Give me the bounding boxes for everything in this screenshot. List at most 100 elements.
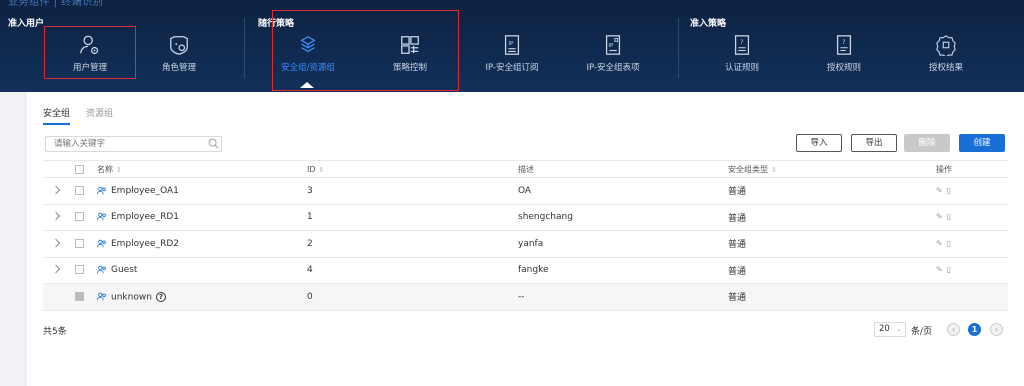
next-page-button[interactable]: › <box>990 323 1003 336</box>
delete-icon[interactable]: ▯ <box>947 265 955 274</box>
group-id: 1 <box>307 204 518 231</box>
row-checkbox[interactable] <box>75 185 84 195</box>
import-button[interactable]: 导入 <box>796 134 842 152</box>
row-checkbox[interactable] <box>75 212 84 222</box>
export-button[interactable]: 导出 <box>851 134 897 152</box>
total-count: 共5条 <box>43 327 67 337</box>
prev-page-button[interactable]: ‹ <box>947 323 960 336</box>
edit-icon[interactable]: ✎ <box>936 186 947 195</box>
column-header-name[interactable]: 名称 ⇕ <box>97 160 307 178</box>
expand-row-icon[interactable] <box>51 185 61 194</box>
expand-row-icon[interactable] <box>51 238 61 247</box>
nav-ip-group-entries[interactable]: IP IP-安全组表项 <box>568 30 658 80</box>
authz-rule-icon: ? <box>836 35 852 55</box>
nav-security-group[interactable]: 安全组/资源组 <box>263 30 353 80</box>
nav-label: 安全组/资源组 <box>281 63 335 73</box>
row-checkbox[interactable] <box>75 238 84 248</box>
group-title-access-policy: 准入策略 <box>690 19 727 29</box>
svg-text:IP: IP <box>608 43 614 49</box>
delete-icon[interactable]: ▯ <box>947 239 955 248</box>
expand-column-header <box>43 160 75 178</box>
delete-icon[interactable]: ▯ <box>947 212 955 221</box>
group-type: 普通 <box>728 204 936 231</box>
group-divider <box>678 18 679 78</box>
ip-document-icon: IP <box>504 35 520 55</box>
column-header-id[interactable]: ID ⇕ <box>307 160 518 178</box>
auth-rule-icon: ? <box>734 35 750 55</box>
nav-user-management[interactable]: 用户管理 <box>45 30 135 80</box>
nav-label: 策略控制 <box>392 63 427 73</box>
row-checkbox-disabled <box>75 291 84 301</box>
nav-authz-results[interactable]: 授权结果 <box>901 30 991 80</box>
group-name: Employee_RD2 <box>111 238 179 249</box>
nav-ip-group-subscription[interactable]: IP IP-安全组订阅 <box>467 30 557 80</box>
nav-authz-rules[interactable]: ? 授权规则 <box>799 30 889 80</box>
svg-text:IP: IP <box>508 41 514 47</box>
chevron-down-icon: ⌄ <box>896 325 902 333</box>
group-type: 普通 <box>728 177 936 205</box>
nav-role-management[interactable]: 角色管理 <box>134 30 224 80</box>
group-name: Employee_OA1 <box>111 185 179 196</box>
column-label: ID <box>307 164 316 174</box>
sort-icon[interactable]: ⇕ <box>771 166 777 174</box>
tab-security-group[interactable]: 安全组 <box>43 106 71 125</box>
group-description: OA <box>518 177 728 205</box>
group-id: 3 <box>307 177 518 205</box>
delete-button[interactable]: 删除 <box>904 134 950 152</box>
group-divider <box>244 18 245 78</box>
nav-label: IP-安全组表项 <box>586 63 640 73</box>
main-panel: 安全组 资源组 导入 导出 删除 创建 名称⇕ ID⇕ 描述 安全组类型⇕ 操作 <box>27 92 1024 386</box>
nav-label: 用户管理 <box>72 63 107 73</box>
nav-auth-rules[interactable]: ? 认证规则 <box>697 30 787 80</box>
tab-resource-group[interactable]: 资源组 <box>86 106 113 125</box>
user-group-icon <box>97 292 106 301</box>
group-id: 2 <box>307 230 518 258</box>
group-type: 普通 <box>728 283 936 311</box>
security-group-table: 名称 ⇕ ID ⇕ 描述 安全组类型 ⇕ 操作 Employee_OA1 3 OA 普… <box>43 160 1008 311</box>
user-settings-icon <box>80 35 99 55</box>
group-name: Guest <box>111 265 138 276</box>
table-row: Employee_RD2 2 yanfa 普通 ✎▯ <box>43 230 1008 258</box>
table-row: Guest 4 fangke 普通 ✎▯ <box>43 257 1008 284</box>
select-all-checkbox[interactable] <box>75 164 84 174</box>
expand-row-icon[interactable] <box>51 265 61 274</box>
group-description: fangke <box>518 257 728 284</box>
page-size-value: 20 <box>879 324 890 334</box>
edit-icon[interactable]: ✎ <box>936 212 947 221</box>
group-type: 普通 <box>728 230 936 258</box>
page-button-current[interactable]: 1 <box>968 323 981 336</box>
active-nav-caret <box>300 82 314 88</box>
svg-text:?: ? <box>740 38 743 46</box>
search-input[interactable] <box>45 136 222 152</box>
group-id: 4 <box>307 257 518 284</box>
column-label: 描述 <box>518 164 534 174</box>
sort-icon[interactable]: ⇕ <box>116 166 122 174</box>
expand-row-icon[interactable] <box>51 212 61 221</box>
group-description: shengchang <box>518 204 728 231</box>
edit-icon[interactable]: ✎ <box>936 265 947 274</box>
ip-table-icon: IP <box>605 35 621 55</box>
nav-policy-control[interactable]: 策略控制 <box>365 30 455 80</box>
column-label: 操作 <box>936 164 952 174</box>
column-header-description: 描述 <box>518 160 728 178</box>
group-name: Employee_RD1 <box>111 212 179 223</box>
search-icon[interactable] <box>208 138 219 149</box>
svg-text:?: ? <box>842 38 845 46</box>
edit-icon[interactable]: ✎ <box>936 239 947 248</box>
per-page-label: 条/页 <box>911 327 933 337</box>
nav-label: IP-安全组订阅 <box>485 63 539 73</box>
column-label: 安全组类型 <box>728 164 768 174</box>
layers-icon <box>300 36 316 53</box>
page-size-select[interactable]: 20 ⌄ <box>874 322 906 337</box>
group-type: 普通 <box>728 257 936 284</box>
column-header-group-type[interactable]: 安全组类型 ⇕ <box>728 160 936 178</box>
group-id: 0 <box>307 283 518 311</box>
sort-icon[interactable]: ⇕ <box>319 166 325 174</box>
select-all-header <box>75 160 97 178</box>
nav-label: 角色管理 <box>161 63 196 73</box>
delete-icon[interactable]: ▯ <box>947 186 955 195</box>
nav-label: 授权结果 <box>928 63 963 73</box>
help-icon[interactable]: ? <box>155 291 166 302</box>
row-checkbox[interactable] <box>75 265 84 275</box>
create-button[interactable]: 创建 <box>959 134 1005 152</box>
